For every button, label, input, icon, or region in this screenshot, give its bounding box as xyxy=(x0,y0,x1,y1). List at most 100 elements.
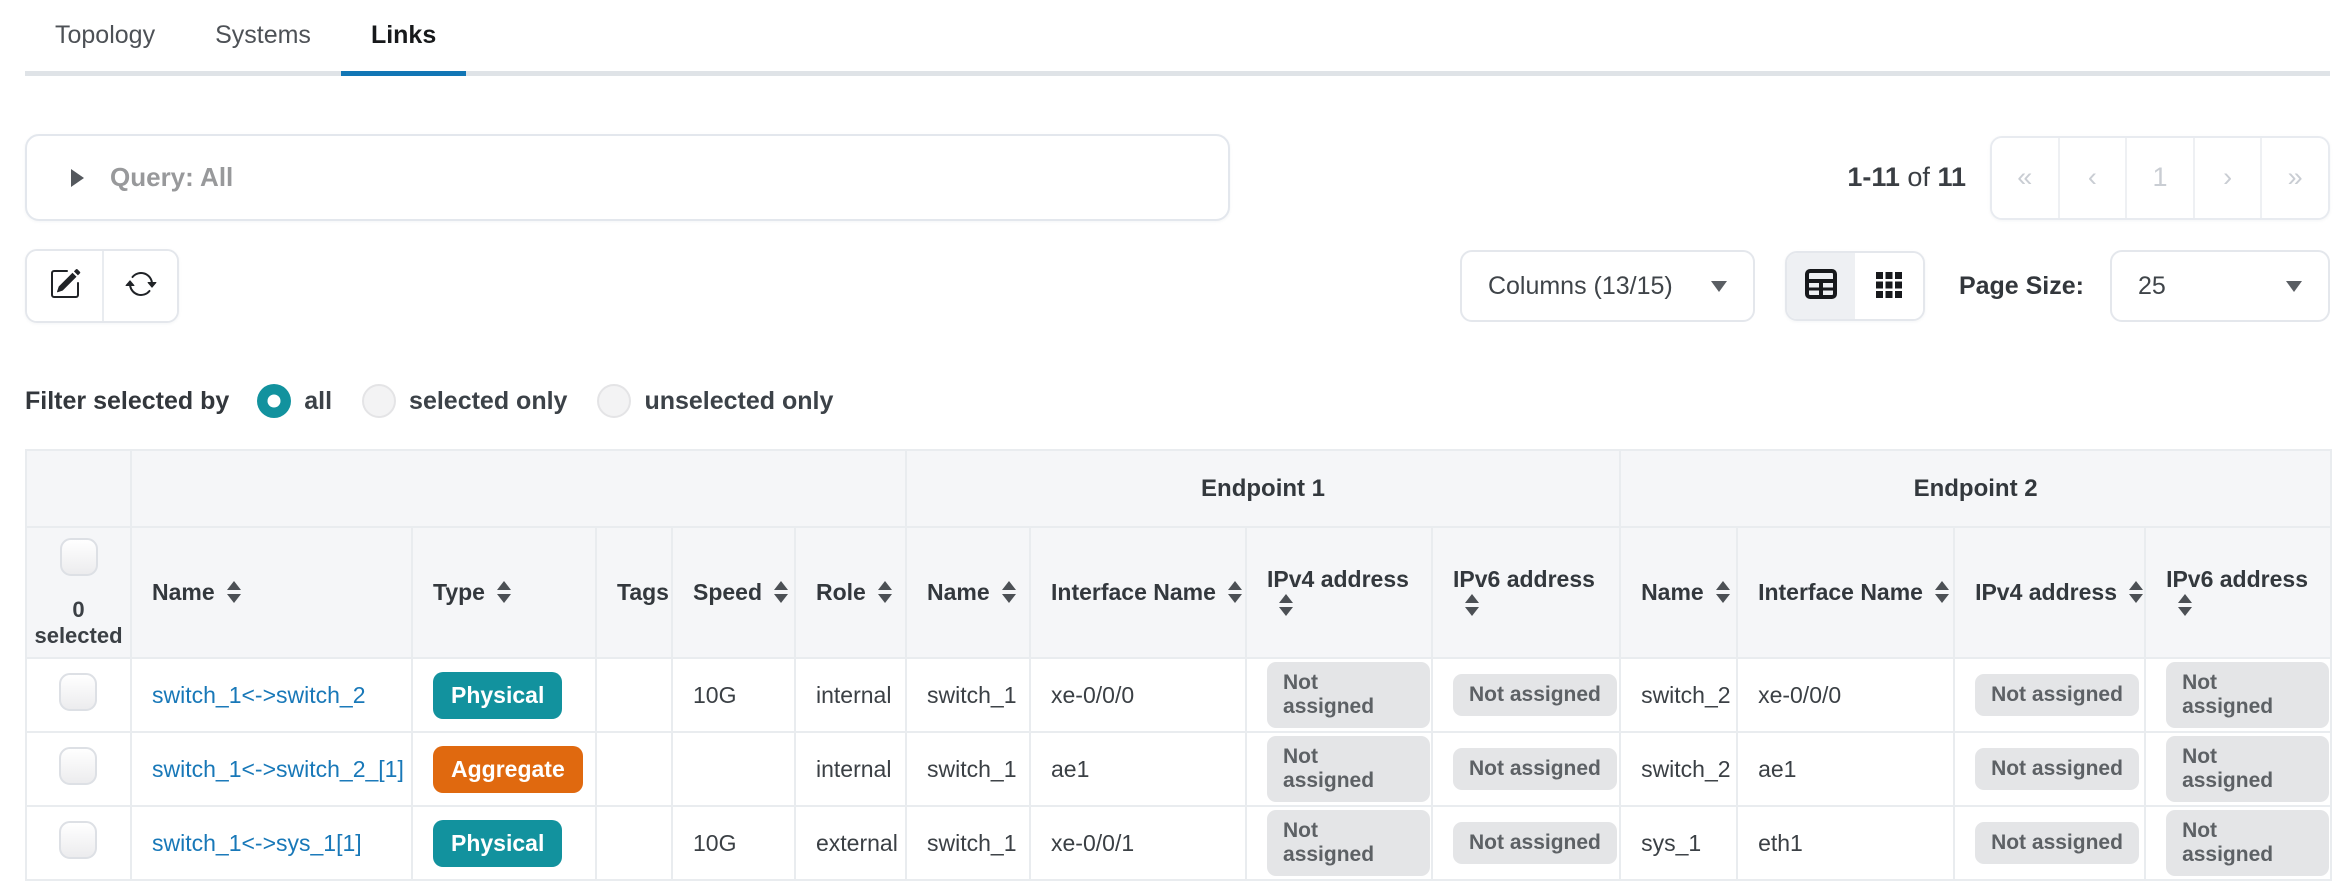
ep1-interface-cell: ae1 xyxy=(1030,732,1246,806)
last-page-button[interactable]: » xyxy=(2262,138,2328,218)
refresh-button[interactable] xyxy=(102,251,177,321)
row-select-cell xyxy=(26,658,131,732)
ep1-interface-cell: xe-0/0/0 xyxy=(1030,658,1246,732)
column-header-ep2-interface-name[interactable]: Interface Name xyxy=(1737,527,1954,658)
column-header-type[interactable]: Type xyxy=(412,527,596,658)
column-header-tags: Tags xyxy=(596,527,672,658)
not-assigned-badge: Not assigned xyxy=(1975,822,2139,864)
column-header-speed[interactable]: Speed xyxy=(672,527,795,658)
grid-view-button[interactable] xyxy=(1855,253,1923,319)
link-tags-cell xyxy=(596,658,672,732)
filter-option-all[interactable]: all xyxy=(257,384,332,418)
sort-icon xyxy=(1935,581,1949,603)
pagination-control: « ‹ 1 › » xyxy=(1990,136,2330,220)
not-assigned-badge: Not assigned xyxy=(1453,674,1617,716)
sort-icon xyxy=(2129,581,2143,603)
ep1-interface-cell: xe-0/0/1 xyxy=(1030,806,1246,880)
type-badge: Physical xyxy=(433,672,562,719)
view-mode-toggle xyxy=(1785,251,1925,321)
chevron-down-icon xyxy=(1711,281,1727,292)
tab-systems[interactable]: Systems xyxy=(185,0,341,71)
ep2-interface-cell: xe-0/0/0 xyxy=(1737,658,1954,732)
sort-icon xyxy=(2178,594,2192,616)
column-header-ep2-name[interactable]: Name xyxy=(1620,527,1737,658)
ep1-ipv6-cell: Not assigned xyxy=(1432,732,1620,806)
row-checkbox[interactable] xyxy=(59,673,97,711)
ep2-ipv4-cell: Not assigned xyxy=(1954,806,2145,880)
caret-right-icon xyxy=(71,169,84,187)
columns-dropdown-label: Columns (13/15) xyxy=(1488,272,1673,301)
pagination-total: 11 xyxy=(1937,162,1966,192)
table-view-icon xyxy=(1804,267,1838,306)
row-checkbox[interactable] xyxy=(59,821,97,859)
refresh-icon xyxy=(125,268,157,305)
column-header-ep1-name[interactable]: Name xyxy=(906,527,1030,658)
ep2-ipv6-cell: Not assigned xyxy=(2145,732,2331,806)
ep2-name-cell: sys_1 xyxy=(1620,806,1737,880)
sort-icon xyxy=(227,581,241,603)
link-role-cell: internal xyxy=(795,732,906,806)
filter-selected-row: Filter selected by all selected only uns… xyxy=(25,381,2330,421)
ep1-ipv4-cell: Not assigned xyxy=(1246,658,1432,732)
column-header-ep1-interface-name[interactable]: Interface Name xyxy=(1030,527,1246,658)
link-name[interactable]: switch_1<->switch_2_[1] xyxy=(152,756,404,782)
page-size-select[interactable]: 25 xyxy=(2110,250,2330,322)
filter-selected-label: Filter selected by xyxy=(25,387,229,416)
link-tags-cell xyxy=(596,732,672,806)
sort-icon xyxy=(497,581,511,603)
filter-option-selected-only-label: selected only xyxy=(409,387,567,416)
page-size-label: Page Size: xyxy=(1959,272,2084,301)
row-checkbox[interactable] xyxy=(59,747,97,785)
not-assigned-badge: Not assigned xyxy=(1453,822,1617,864)
link-speed-cell: 10G xyxy=(672,658,795,732)
page-1-button[interactable]: 1 xyxy=(2127,138,2195,218)
column-header-name[interactable]: Name xyxy=(131,527,412,658)
radio-unchecked-icon xyxy=(362,384,396,418)
ep1-name-cell: switch_1 xyxy=(906,806,1030,880)
next-page-button[interactable]: › xyxy=(2195,138,2263,218)
group-header-endpoint-2: Endpoint 2 xyxy=(1620,450,2331,527)
link-name-cell: switch_1<->sys_1[1] xyxy=(131,806,412,880)
edit-button[interactable] xyxy=(27,251,102,321)
ep2-ipv6-cell: Not assigned xyxy=(2145,658,2331,732)
sort-icon xyxy=(1279,594,1293,616)
query-row: Query: All 1-11 of 11 « ‹ 1 › » xyxy=(25,134,2330,221)
table-row: switch_1<->switch_2_[1] Aggregate intern… xyxy=(26,732,2331,806)
tab-topology[interactable]: Topology xyxy=(25,0,185,71)
row-select-cell xyxy=(26,732,131,806)
filter-option-all-label: all xyxy=(304,387,332,416)
column-header-ep1-ipv6[interactable]: IPv6 address xyxy=(1432,527,1620,658)
first-page-button[interactable]: « xyxy=(1992,138,2060,218)
column-header-role[interactable]: Role xyxy=(795,527,906,658)
previous-page-button[interactable]: ‹ xyxy=(2060,138,2128,218)
column-header-row: 0 selected Name Type Tags Speed Role Nam… xyxy=(26,527,2331,658)
not-assigned-badge: Not assigned xyxy=(2166,662,2329,728)
ep2-ipv4-cell: Not assigned xyxy=(1954,658,2145,732)
link-name-cell: switch_1<->switch_2 xyxy=(131,658,412,732)
columns-dropdown-button[interactable]: Columns (13/15) xyxy=(1460,250,1755,322)
row-select-cell xyxy=(26,806,131,880)
link-name[interactable]: switch_1<->switch_2 xyxy=(152,682,366,708)
ep1-ipv4-cell: Not assigned xyxy=(1246,732,1432,806)
ep1-ipv6-cell: Not assigned xyxy=(1432,658,1620,732)
ep2-interface-cell: ae1 xyxy=(1737,732,1954,806)
select-all-checkbox[interactable] xyxy=(60,538,98,576)
column-header-ep1-ipv4[interactable]: IPv4 address xyxy=(1246,527,1432,658)
column-header-ep2-ipv4[interactable]: IPv4 address xyxy=(1954,527,2145,658)
tab-links[interactable]: Links xyxy=(341,0,466,76)
not-assigned-badge: Not assigned xyxy=(1267,810,1430,876)
pencil-square-icon xyxy=(49,268,81,305)
not-assigned-badge: Not assigned xyxy=(2166,810,2329,876)
link-type-cell: Physical xyxy=(412,806,596,880)
link-role-cell: external xyxy=(795,806,906,880)
pagination-of: of xyxy=(1907,162,1930,192)
select-all-cell: 0 selected xyxy=(26,527,131,658)
link-type-cell: Physical xyxy=(412,658,596,732)
type-badge: Aggregate xyxy=(433,746,583,793)
table-view-button[interactable] xyxy=(1787,253,1855,319)
column-header-ep2-ipv6[interactable]: IPv6 address xyxy=(2145,527,2331,658)
query-expander[interactable]: Query: All xyxy=(25,134,1230,221)
filter-option-unselected-only[interactable]: unselected only xyxy=(597,384,833,418)
query-label: Query: All xyxy=(110,162,233,193)
filter-option-selected-only[interactable]: selected only xyxy=(362,384,567,418)
